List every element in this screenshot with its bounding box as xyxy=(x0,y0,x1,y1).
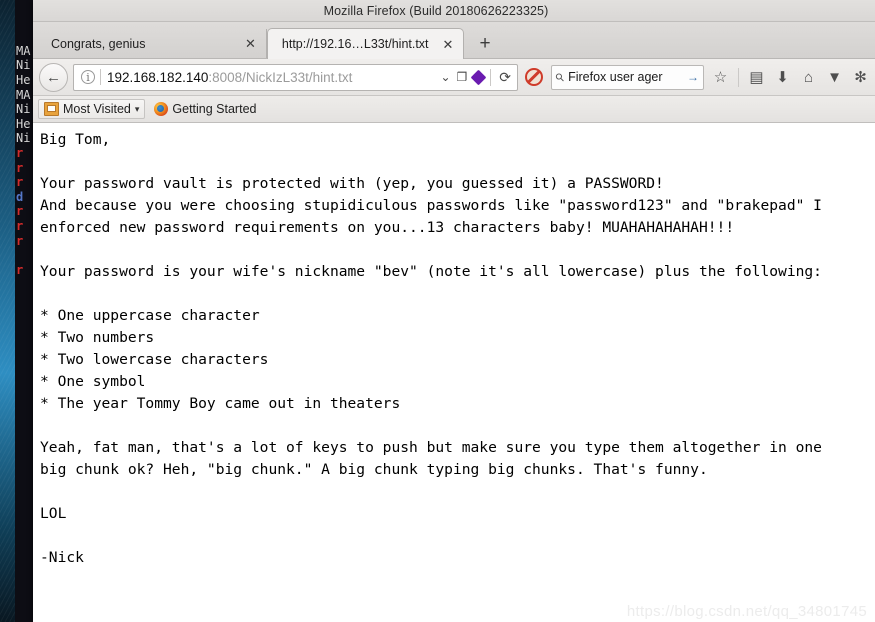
library-icon[interactable]: ▤ xyxy=(748,70,765,85)
terminal-line: Ni xyxy=(16,58,31,73)
titlebar: Mozilla Firefox (Build 20180626223325) xyxy=(33,0,875,22)
site-info-icon[interactable]: i xyxy=(81,70,95,84)
search-go-icon[interactable]: → xyxy=(687,70,699,84)
search-bar[interactable]: ⚲ Firefox user ager → xyxy=(551,64,704,90)
navigation-toolbar: ← i 192.168.182.140:8008/NickIzL33t/hint… xyxy=(33,59,875,96)
terminal-line: d xyxy=(16,189,24,204)
shield-pocket-icon[interactable]: ▼ xyxy=(826,70,843,85)
terminal-line: r xyxy=(16,175,24,190)
bookmark-star-icon[interactable]: ☆ xyxy=(712,70,729,85)
tab-label: Congrats, genius xyxy=(51,36,146,51)
url-path: :8008/NickIzL33t/hint.txt xyxy=(208,69,353,85)
back-button-icon[interactable]: ← xyxy=(39,62,68,92)
terminal-line: r xyxy=(16,262,24,277)
plaintext-document: Big Tom, Your password vault is protecte… xyxy=(40,131,822,566)
tab-strip: Congrats, genius ✕ http://192.16…L33t/hi… xyxy=(33,22,875,59)
new-tab-button[interactable]: + xyxy=(473,34,496,53)
url-separator xyxy=(100,69,101,85)
terminal-line: MA xyxy=(16,43,31,58)
search-input[interactable]: Firefox user ager xyxy=(568,70,687,84)
firefox-logo-icon xyxy=(154,102,169,116)
watermark: https://blog.csdn.net/qq_34801745 xyxy=(626,603,867,620)
toolbar-divider xyxy=(738,67,739,87)
tab-label: http://192.16…L33t/hint.txt xyxy=(281,37,429,51)
terminal-line: r xyxy=(16,233,24,248)
terminal-line: r xyxy=(16,218,24,233)
terminal-line: MA xyxy=(16,87,31,102)
terminal-line: r xyxy=(16,160,24,175)
tab-close-icon[interactable]: ✕ xyxy=(245,37,256,50)
downloads-icon[interactable]: ⬇ xyxy=(774,70,791,85)
page-content: Big Tom, Your password vault is protecte… xyxy=(33,123,875,622)
bookmarks-toolbar: Most Visited ▾ Getting Started xyxy=(33,96,875,123)
tab-close-icon[interactable]: ✕ xyxy=(443,38,454,51)
bookmark-label: Most Visited xyxy=(63,102,131,116)
terminal-line: Ni xyxy=(16,131,31,146)
bookmark-label: Getting Started xyxy=(172,102,257,116)
tab-congrats-genius[interactable]: Congrats, genius ✕ xyxy=(37,29,267,58)
home-icon[interactable]: ⌂ xyxy=(800,70,817,85)
folder-icon xyxy=(44,102,59,116)
window-title: Mozilla Firefox (Build 20180626223325) xyxy=(323,3,549,18)
background-terminal-window[interactable]: MA Ni He MA Ni He Ni r r r d r r r r xyxy=(15,0,33,622)
search-icon: ⚲ xyxy=(553,70,568,85)
url-bar-icons: ⌄ ❐ ⟳ xyxy=(434,68,513,86)
chevron-down-icon: ▾ xyxy=(134,103,140,114)
terminal-line: Ni xyxy=(16,102,31,117)
screen: MA Ni He MA Ni He Ni r r r d r r r r Mozilla Firefox (… xyxy=(0,0,875,622)
terminal-line: r xyxy=(16,145,24,160)
firefox-window: Mozilla Firefox (Build 20180626223325) C… xyxy=(33,0,875,622)
bookmark-most-visited[interactable]: Most Visited ▾ xyxy=(38,99,146,119)
reload-icon[interactable]: ⟳ xyxy=(497,69,513,86)
terminal-line: r xyxy=(16,204,24,219)
noscript-icon[interactable] xyxy=(525,68,543,86)
pocket-diamond-icon[interactable] xyxy=(470,69,487,85)
url-bar[interactable]: i 192.168.182.140:8008/NickIzL33t/hint.t… xyxy=(73,63,518,91)
terminal-line: He xyxy=(16,116,31,131)
url-icon-divider xyxy=(490,68,492,86)
url-host: 192.168.182.140 xyxy=(107,69,209,85)
url-text: 192.168.182.140:8008/NickIzL33t/hint.txt xyxy=(107,70,434,85)
terminal-line: He xyxy=(16,72,31,87)
desktop-wallpaper-stripe xyxy=(0,0,16,622)
chevron-down-icon[interactable]: ⌄ xyxy=(440,70,450,84)
tab-hint-txt[interactable]: http://192.16…L33t/hint.txt ✕ xyxy=(266,28,465,59)
extension-icon[interactable]: ✻ xyxy=(852,70,869,85)
bookmark-getting-started[interactable]: Getting Started xyxy=(149,100,261,118)
toolbar-icons: ☆ ▤ ⬇ ⌂ ▼ ✻ xyxy=(712,67,869,87)
reader-mode-icon[interactable]: ❐ xyxy=(457,70,468,84)
